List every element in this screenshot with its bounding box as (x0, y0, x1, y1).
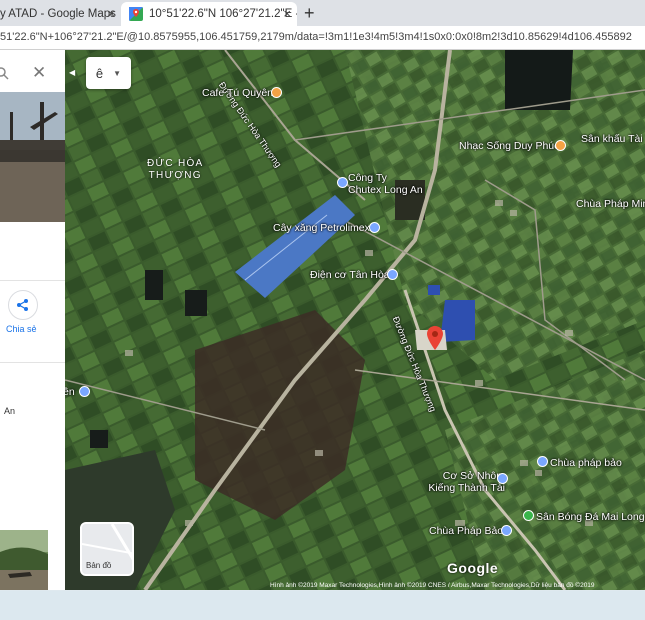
shop-icon[interactable] (497, 473, 508, 484)
place-label[interactable]: Cây xăng Petrolimex (273, 222, 370, 234)
music-icon[interactable] (555, 140, 566, 151)
collapse-icon[interactable]: ◀ (69, 68, 75, 77)
tab-title: 10°51'22.6"N 106°27'21.2"E - Goo (149, 8, 297, 20)
map-attribution[interactable]: Hình ảnh ©2019 Maxar Technologies,Hình ả… (270, 582, 595, 590)
share-button[interactable] (8, 290, 38, 320)
place-label[interactable]: Chùa pháp bảo (550, 457, 622, 469)
tab-title: y ATAD - Google Maps (0, 8, 116, 20)
google-logo: Google (447, 560, 499, 576)
place-label[interactable]: Nhạc Sống Duy Phúc (459, 140, 559, 152)
sports-icon[interactable] (523, 510, 534, 521)
temple-icon[interactable] (537, 456, 548, 467)
business-icon[interactable] (337, 177, 348, 188)
place-label[interactable]: Điện cơ Tân Hòa (310, 269, 390, 281)
share-label: Chia sẻ (6, 324, 37, 334)
location-pin-icon[interactable] (427, 326, 443, 350)
area-label: ĐỨC HÒA THƯỢNG (147, 158, 204, 181)
place-label[interactable]: Sân Bóng Đá Mai Long (536, 511, 645, 523)
page-background (0, 591, 645, 620)
chevron-down-icon[interactable]: ▼ (113, 69, 121, 78)
satellite-map[interactable]: ĐỨC HÒA THƯỢNG Đường Đức Hòa Thượng Đường… (65, 50, 645, 590)
place-label[interactable]: Công Ty Chutex Long An (348, 172, 423, 196)
place-photo[interactable] (0, 92, 65, 222)
search-box[interactable]: ✕ (0, 58, 59, 90)
place-label[interactable]: Chùa Pháp Min (576, 198, 645, 210)
place-label[interactable]: Sân khấu Tài T (581, 133, 645, 145)
place-label[interactable]: Cafe Tú Quyên (202, 87, 273, 99)
url-text: 51'22.6"N+106°27'21.2"E/@10.8575955,106.… (0, 31, 632, 43)
search-icon[interactable] (0, 67, 10, 81)
browser-tabbar: y ATAD - Google Maps × 10°51'22.6"N 106°… (0, 0, 645, 26)
close-tab-icon[interactable]: × (107, 6, 115, 21)
satellite-imagery (65, 50, 645, 590)
google-maps-icon (129, 7, 143, 21)
tab-google-maps[interactable]: y ATAD - Google Maps × (0, 2, 121, 26)
close-tab-icon[interactable]: × (283, 6, 291, 21)
gas-station-icon[interactable] (369, 222, 380, 233)
tab-coordinates[interactable]: 10°51'22.6"N 106°27'21.2"E - Goo × (121, 2, 297, 26)
shop-icon[interactable] (387, 269, 398, 280)
place-icon[interactable] (79, 386, 90, 397)
cafe-icon[interactable] (271, 87, 282, 98)
chip-label: ê (95, 65, 104, 81)
place-label[interactable]: Cơ Sở Nhôm Kiếng Thành Tài (425, 470, 505, 494)
place-photo-thumb[interactable] (0, 530, 48, 590)
share-icon (17, 299, 28, 311)
place-label[interactable]: Chùa Pháp Bảo (429, 525, 503, 537)
clear-icon[interactable]: ✕ (32, 63, 46, 83)
place-label[interactable]: ên (65, 386, 75, 398)
basemap-label: Bản đồ (86, 561, 112, 570)
new-tab-icon[interactable]: + (304, 3, 315, 24)
basemap-toggle[interactable]: Bản đồ (80, 522, 134, 576)
place-panel: ✕ Chia sẻ An (0, 50, 65, 590)
screen: y ATAD - Google Maps × 10°51'22.6"N 106°… (0, 0, 645, 620)
address-bar[interactable]: 51'22.6"N+106°27'21.2"E/@10.8575955,106.… (0, 26, 645, 50)
temple-icon[interactable] (501, 525, 512, 536)
address-fragment: An (4, 406, 16, 416)
panel-toggle[interactable]: ◀ ê ▼ (69, 57, 131, 89)
